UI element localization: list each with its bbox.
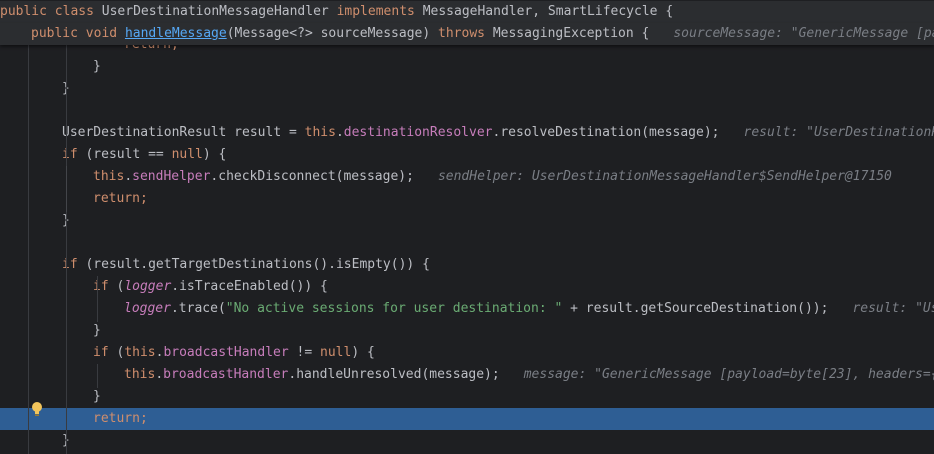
code-text: ( xyxy=(108,345,125,360)
code-text: ( xyxy=(217,301,226,316)
method-call: resolveDestination xyxy=(500,125,642,140)
keyword: this xyxy=(124,345,156,360)
keyword: if xyxy=(62,147,78,162)
code-text: (). xyxy=(312,257,336,272)
code-line[interactable]: } xyxy=(0,210,934,232)
code-editor[interactable]: public class UserDestinationMessageHandl… xyxy=(0,0,934,454)
keyword: if xyxy=(93,279,109,294)
method-name[interactable]: handleMessage xyxy=(125,26,227,41)
method-call: trace xyxy=(178,301,218,316)
keyword: null xyxy=(320,345,352,360)
static-field-reference: logger xyxy=(124,279,172,294)
debug-inline-value: sendHelper: UserDestinationMessageHandle… xyxy=(437,169,892,184)
method-call: handleUnresolved xyxy=(296,367,422,382)
keyword: null xyxy=(171,147,203,162)
gutter-separator xyxy=(28,45,29,454)
method-call: getTargetDestinations xyxy=(148,257,313,272)
field-reference: sendHelper xyxy=(132,169,211,184)
code-text: . xyxy=(155,367,164,382)
code-text: (message); xyxy=(335,169,414,184)
indent-guide xyxy=(97,364,98,388)
keyword: this xyxy=(304,125,336,140)
keyword: if xyxy=(62,257,78,272)
exception-type: MessagingException { xyxy=(492,26,650,41)
method-call: isEmpty xyxy=(335,257,391,272)
code-text: . xyxy=(170,301,179,316)
keyword: public xyxy=(0,4,47,19)
string-literal: "No active sessions for user destination… xyxy=(225,301,563,316)
code-text: (message); xyxy=(421,367,500,382)
code-line[interactable]: if (result.getTargetDestinations().isEmp… xyxy=(0,254,934,276)
method-call: getSourceDestination xyxy=(640,301,798,316)
keyword: this xyxy=(124,367,156,382)
code-line[interactable]: } xyxy=(0,78,934,100)
code-text: (result. xyxy=(77,257,149,272)
keyword: implements xyxy=(336,4,415,19)
code-text: ) { xyxy=(351,345,375,360)
parameters: (Message<?> sourceMessage) xyxy=(226,26,431,41)
method-call: isTraceEnabled xyxy=(179,279,289,294)
keyword: return; xyxy=(93,191,148,206)
code-text: != xyxy=(288,345,320,360)
current-execution-line[interactable]: return; xyxy=(0,408,934,430)
code-line[interactable]: if (logger.isTraceEnabled()) { xyxy=(0,276,934,298)
indent-guide xyxy=(66,166,67,212)
lightbulb-icon[interactable] xyxy=(30,401,44,417)
code-text: (result == xyxy=(77,147,172,162)
debug-inline-value: sourceMessage: "GenericMessage [pay xyxy=(673,26,934,41)
keyword: throws xyxy=(438,26,485,41)
code-line[interactable]: UserDestinationResult result = this.dest… xyxy=(0,122,934,144)
field-reference: broadcastHandler xyxy=(163,345,289,360)
keyword: public xyxy=(31,26,78,41)
code-text: + result. xyxy=(562,301,641,316)
code-line[interactable]: if (result == null) { xyxy=(0,144,934,166)
code-text: ) { xyxy=(202,147,227,162)
class-name: UserDestinationMessageHandler xyxy=(101,4,329,19)
brace: } xyxy=(93,59,101,74)
keyword: return; xyxy=(93,411,148,426)
debug-inline-value: result: "Use xyxy=(852,301,934,316)
code-text: (message); xyxy=(641,125,720,140)
brace: } xyxy=(93,389,101,404)
debug-inline-value: result: "UserDestinationRe xyxy=(743,125,934,140)
code-line[interactable]: this.sendHelper.checkDisconnect(message)… xyxy=(0,166,934,188)
sticky-class-declaration[interactable]: public class UserDestinationMessageHandl… xyxy=(0,1,934,23)
keyword: void xyxy=(85,26,118,41)
brace: } xyxy=(93,323,101,338)
code-line[interactable]: return; xyxy=(0,188,934,210)
code-line[interactable]: } xyxy=(0,56,934,78)
code-line[interactable]: if (this.broadcastHandler != null) { xyxy=(0,342,934,364)
code-line[interactable]: } xyxy=(0,320,934,342)
code-line[interactable]: } xyxy=(0,430,934,452)
field-reference: broadcastHandler xyxy=(163,367,289,382)
indent-guide xyxy=(66,45,67,454)
code-text: ()) { xyxy=(390,257,430,272)
keyword: class xyxy=(54,4,94,19)
method-call: checkDisconnect xyxy=(218,169,336,184)
code-line[interactable]: logger.trace("No active sessions for use… xyxy=(0,298,934,320)
code-text: . xyxy=(171,279,180,294)
code-line[interactable]: this.broadcastHandler.handleUnresolved(m… xyxy=(0,364,934,386)
keyword: this xyxy=(93,169,125,184)
sticky-method-declaration[interactable]: public void handleMessage(Message<?> sou… xyxy=(0,23,934,45)
static-field-reference: logger xyxy=(124,301,171,316)
interfaces: MessageHandler, SmartLifecycle { xyxy=(422,4,674,19)
code-text: ()); xyxy=(797,301,829,316)
field-reference: destinationResolver xyxy=(343,125,493,140)
keyword: if xyxy=(93,345,109,360)
code-line[interactable]: } xyxy=(0,386,934,408)
code-text: ()) { xyxy=(288,279,328,294)
indent-guide xyxy=(97,276,98,322)
debug-inline-value: message: "GenericMessage [payload=byte[2… xyxy=(523,367,934,382)
code-text: ( xyxy=(108,279,125,294)
code-text: UserDestinationResult result = xyxy=(62,125,305,140)
